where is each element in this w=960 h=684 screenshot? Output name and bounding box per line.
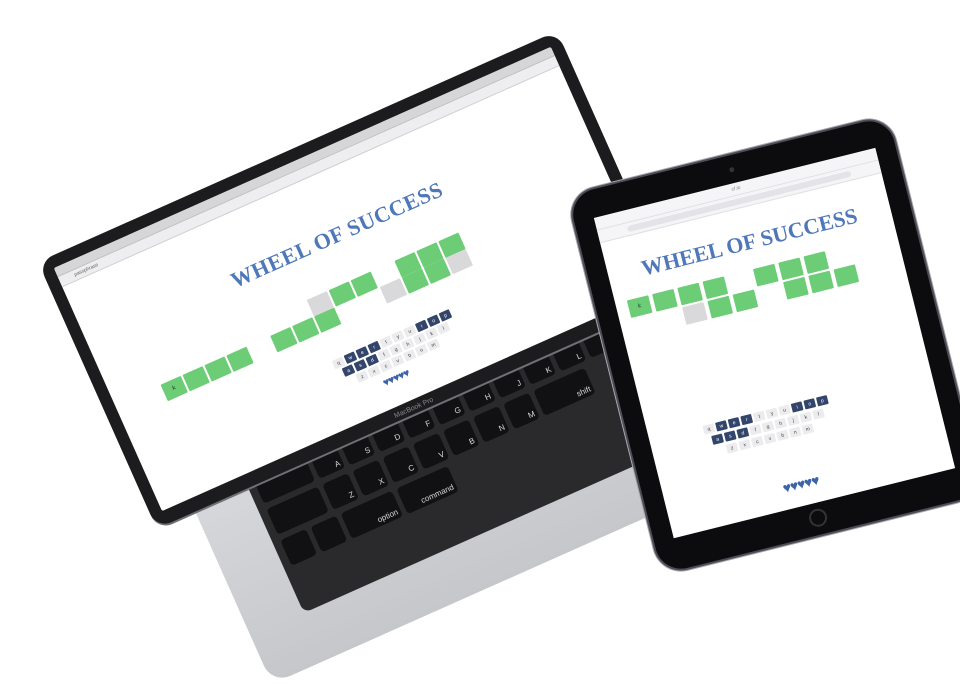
letter-key-n[interactable]: n xyxy=(788,426,802,438)
letter-key-j[interactable]: j xyxy=(786,414,800,427)
key[interactable]: N xyxy=(472,405,510,443)
letter-key-x[interactable]: x xyxy=(738,439,752,451)
letter-key-i[interactable]: i xyxy=(790,401,804,413)
home-button[interactable] xyxy=(807,506,829,529)
letter-key-a[interactable]: a xyxy=(711,433,725,445)
puzzle-tile xyxy=(657,308,683,331)
key[interactable]: Z xyxy=(322,473,360,510)
puzzle-tile xyxy=(833,264,860,288)
letter-key-x[interactable]: x xyxy=(367,364,381,378)
letter-key-v[interactable]: v xyxy=(763,432,777,445)
letter-key-e[interactable]: e xyxy=(727,417,741,429)
letter-key-p[interactable]: p xyxy=(438,309,453,322)
letter-key-q[interactable]: q xyxy=(702,423,716,435)
letter-key-a[interactable]: a xyxy=(341,364,356,377)
puzzle-tile xyxy=(632,315,658,338)
key[interactable]: C xyxy=(382,446,420,484)
letter-key-l[interactable]: l xyxy=(812,408,825,420)
letter-key-z[interactable]: z xyxy=(725,442,739,454)
puzzle-tile xyxy=(707,295,734,319)
letter-key-c[interactable]: c xyxy=(750,435,764,448)
puzzle-tile xyxy=(808,270,834,294)
letter-key-c[interactable]: c xyxy=(379,359,393,373)
letter-key-o[interactable]: o xyxy=(803,398,817,410)
letter-key-h[interactable]: h xyxy=(774,417,788,430)
puzzle-tile xyxy=(682,302,708,325)
tablet-screen: cf.io WHEEL OF SUCCESS k qwertyuiop asdf… xyxy=(593,147,956,539)
letter-key-p[interactable]: p xyxy=(815,394,829,407)
letter-key-r[interactable]: r xyxy=(740,413,754,426)
key[interactable] xyxy=(310,515,348,553)
letter-key-b[interactable]: b xyxy=(776,429,790,442)
letter-key-g[interactable]: g xyxy=(761,420,775,433)
key[interactable] xyxy=(280,528,318,566)
letter-key-w[interactable]: w xyxy=(715,420,728,432)
letter-key-f[interactable]: f xyxy=(748,424,762,436)
letter-key-s[interactable]: s xyxy=(723,430,737,442)
key[interactable]: V xyxy=(412,432,450,470)
letter-key-d[interactable]: d xyxy=(736,427,750,439)
letter-key-k[interactable]: k xyxy=(799,411,813,423)
letter-key-b[interactable]: b xyxy=(402,349,417,362)
key[interactable]: B xyxy=(442,419,480,457)
letter-key-z[interactable]: z xyxy=(355,370,369,383)
letter-key-l[interactable]: l xyxy=(436,321,451,335)
key[interactable]: M xyxy=(503,392,540,430)
puzzle-tile xyxy=(732,289,759,313)
letter-key-v[interactable]: v xyxy=(390,354,405,368)
letter-key-m[interactable]: m xyxy=(801,423,815,435)
puzzle-tile xyxy=(758,283,784,306)
letter-key-u[interactable]: u xyxy=(778,404,791,416)
letter-key-m[interactable]: m xyxy=(426,338,441,352)
letter-key-t[interactable]: t xyxy=(752,410,766,423)
front-camera xyxy=(728,166,735,173)
letter-key-y[interactable]: y xyxy=(765,407,779,419)
key[interactable]: X xyxy=(352,459,390,497)
lives-hearts: ♥♥♥♥♥ xyxy=(780,471,821,497)
letter-key-n[interactable]: n xyxy=(414,343,429,357)
puzzle-tile xyxy=(783,276,809,300)
